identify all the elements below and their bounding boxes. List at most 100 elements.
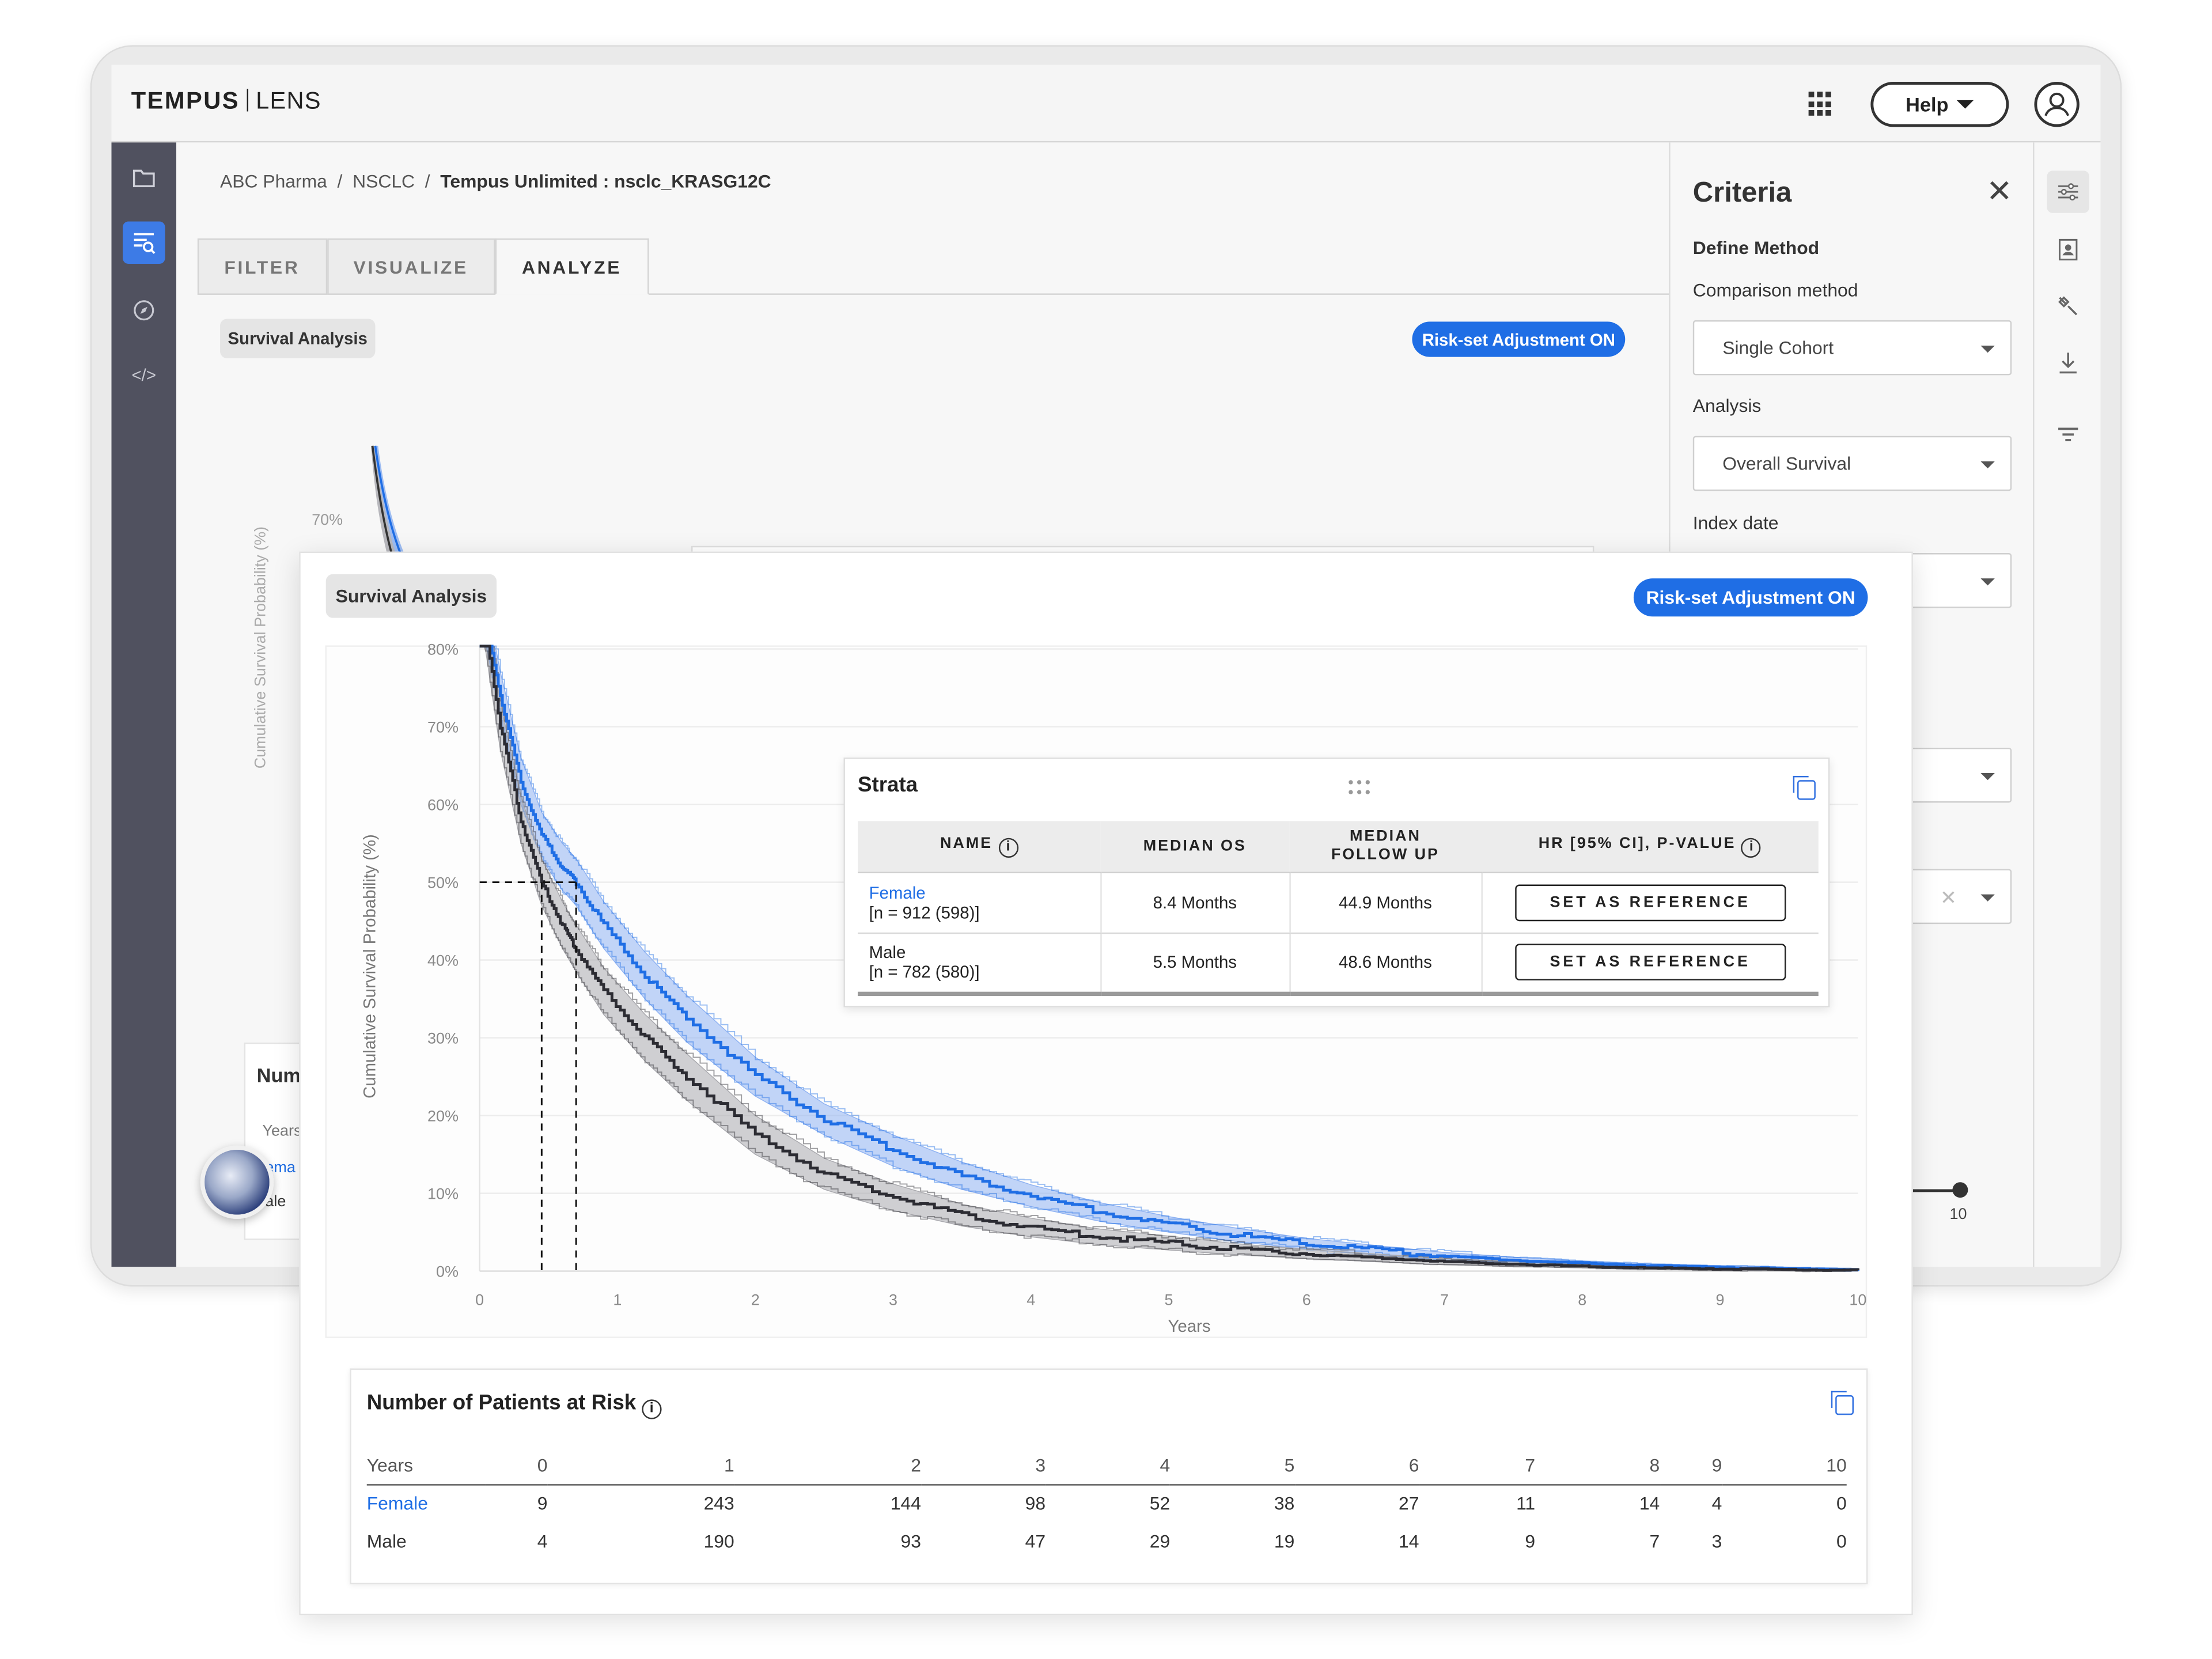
tab-visualize[interactable]: VISUALIZE bbox=[327, 238, 495, 295]
wrench-icon[interactable] bbox=[2047, 285, 2089, 327]
stratum-name: Female [n = 912 (598)] bbox=[857, 872, 1101, 934]
strata-header-row: NAME i MEDIAN OS MEDIAN FOLLOW UP HR [95% … bbox=[857, 821, 1819, 873]
col-median-follow-up: MEDIAN FOLLOW UP bbox=[1289, 821, 1482, 873]
x-tick-label: 9 bbox=[1716, 1291, 1725, 1308]
x-tick-label: 7 bbox=[1440, 1291, 1449, 1308]
hr-cell: SET AS REFERENCE bbox=[1480, 932, 1819, 995]
median-fu-cell: 44.9 Months bbox=[1289, 872, 1482, 934]
drag-handle-icon[interactable] bbox=[1349, 780, 1374, 794]
dropdown-arrow-icon bbox=[1980, 578, 1995, 586]
filter-icon[interactable] bbox=[2047, 414, 2089, 456]
info-icon[interactable]: i bbox=[642, 1399, 662, 1419]
risk-row-male: Male 4 190 93 47 29 19 14 9 7 3 0 bbox=[367, 1522, 1847, 1560]
risk-cell: 38 bbox=[1274, 1493, 1295, 1514]
breadcrumb-org[interactable]: ABC Pharma bbox=[220, 171, 327, 192]
risk-row-label[interactable]: Female bbox=[367, 1484, 486, 1522]
col-median-fu-line2: FOLLOW UP bbox=[1331, 846, 1440, 863]
risk-cell: 3 bbox=[1711, 1531, 1722, 1552]
close-icon[interactable]: ✕ bbox=[1986, 173, 2012, 210]
risk-col-year: 6 bbox=[1294, 1447, 1419, 1485]
criteria-title: Criteria bbox=[1692, 177, 1792, 209]
risk-col-year: 3 bbox=[921, 1447, 1046, 1485]
stratum-name: Male [n = 782 (580)] bbox=[857, 932, 1101, 995]
y-tick-label: 10% bbox=[427, 1185, 459, 1202]
apps-grid-icon[interactable] bbox=[1808, 92, 1834, 117]
risk-cell: 47 bbox=[1025, 1531, 1046, 1552]
comparison-method-select[interactable]: Single Cohort bbox=[1692, 320, 2012, 376]
median-os-cell: 8.4 Months bbox=[1099, 872, 1290, 934]
copy-icon[interactable] bbox=[1793, 775, 1816, 800]
cohort-analysis-icon[interactable] bbox=[123, 221, 165, 264]
analysis-label: Analysis bbox=[1692, 395, 1762, 416]
bg-tick-70: 70% bbox=[312, 511, 343, 528]
breadcrumb-project: Tempus Unlimited : nsclc_KRASG12C bbox=[440, 171, 771, 192]
breadcrumb: ABC Pharma / NSCLC / Tempus Unlimited : … bbox=[220, 171, 771, 192]
comparison-method-label: Comparison method bbox=[1692, 279, 1858, 301]
risk-cell: 243 bbox=[703, 1493, 734, 1514]
risk-cell: 19 bbox=[1274, 1531, 1295, 1552]
risk-cell: 52 bbox=[1149, 1493, 1171, 1514]
top-bar: TEMPUS LENS Help bbox=[111, 65, 2101, 143]
tab-analyze[interactable]: ANALYZE bbox=[495, 238, 649, 295]
help-button[interactable]: Help bbox=[1870, 82, 2009, 127]
dropdown-arrow-icon bbox=[1980, 346, 1995, 353]
risk-col-year: 9 bbox=[1660, 1447, 1722, 1485]
code-icon[interactable]: </> bbox=[123, 354, 165, 396]
bg-risk-years: Years bbox=[262, 1123, 302, 1140]
dropdown-arrow-icon bbox=[1980, 461, 1995, 469]
set-as-reference-button[interactable]: SET AS REFERENCE bbox=[1514, 884, 1786, 921]
patients-at-risk-card: Number of Patients at Risk i Years 0 1 2 3 4 5 6… bbox=[350, 1368, 1868, 1585]
stratum-link-female[interactable]: Female bbox=[869, 882, 926, 902]
x-axis-label: Years bbox=[1168, 1317, 1210, 1336]
help-label: Help bbox=[1906, 93, 1949, 116]
risk-cell: 4 bbox=[1711, 1493, 1722, 1514]
col-median-os: MEDIAN OS bbox=[1100, 821, 1290, 873]
compass-icon[interactable] bbox=[123, 289, 165, 331]
breadcrumb-cohort[interactable]: NSCLC bbox=[353, 171, 415, 192]
median-fu-cell: 48.6 Months bbox=[1289, 932, 1482, 995]
y-axis-label: Cumulative Survival Probability (%) bbox=[360, 834, 379, 1099]
slider-handle[interactable] bbox=[1952, 1182, 1968, 1198]
risk-col-year: 0 bbox=[485, 1447, 548, 1485]
patient-card-icon[interactable] bbox=[2047, 229, 2089, 271]
stratum-label-male: Male bbox=[869, 942, 906, 963]
y-tick-label: 40% bbox=[427, 952, 459, 969]
risk-row-female: Female 9 243 144 98 52 38 27 11 14 4 0 bbox=[367, 1484, 1847, 1522]
slider-max-label: 10 bbox=[1949, 1206, 1967, 1224]
user-avatar-icon[interactable] bbox=[2034, 82, 2080, 127]
risk-cell: 144 bbox=[890, 1493, 921, 1514]
risk-col-year: 8 bbox=[1535, 1447, 1660, 1485]
risk-col-year: 7 bbox=[1419, 1447, 1536, 1485]
info-icon[interactable]: i bbox=[1741, 838, 1762, 858]
risk-cell: 98 bbox=[1025, 1493, 1046, 1514]
info-icon[interactable]: i bbox=[998, 838, 1018, 858]
risk-col-year: 10 bbox=[1722, 1447, 1847, 1485]
risk-cell: 0 bbox=[1836, 1531, 1847, 1552]
bg-risk-set-toggle[interactable]: Risk-set Adjustment ON bbox=[1412, 321, 1626, 357]
x-tick-label: 3 bbox=[889, 1291, 897, 1308]
clear-icon[interactable]: ✕ bbox=[1940, 886, 1957, 910]
download-icon[interactable] bbox=[2047, 342, 2089, 384]
risk-cell: 14 bbox=[1399, 1531, 1419, 1552]
folder-icon[interactable] bbox=[123, 157, 165, 199]
stratum-count: [n = 782 (580)] bbox=[869, 962, 980, 982]
y-tick-label: 0% bbox=[436, 1263, 459, 1280]
strata-row-female: Female [n = 912 (598)] 8.4 Months 44.9 Mo… bbox=[857, 872, 1819, 934]
copy-icon[interactable] bbox=[1831, 1391, 1854, 1415]
analysis-select[interactable]: Overall Survival bbox=[1692, 435, 2012, 491]
risk-set-adjustment-toggle[interactable]: Risk-set Adjustment ON bbox=[1633, 578, 1868, 617]
dropdown-arrow-icon bbox=[1980, 894, 1995, 902]
app-logo[interactable]: TEMPUS LENS bbox=[131, 88, 321, 116]
col-hr: HR [95% CI], P-VALUE i bbox=[1481, 821, 1819, 873]
col-hr-label: HR [95% CI], P-VALUE bbox=[1538, 835, 1736, 852]
x-tick-label: 10 bbox=[1849, 1291, 1866, 1308]
strata-table: NAME i MEDIAN OS MEDIAN FOLLOW UP HR [95% … bbox=[857, 821, 1819, 995]
assistant-orb-button[interactable] bbox=[200, 1145, 274, 1219]
sliders-icon[interactable] bbox=[2047, 171, 2089, 213]
brand-primary: TEMPUS bbox=[131, 87, 240, 115]
risk-col-year: 5 bbox=[1170, 1447, 1295, 1485]
tab-filter[interactable]: FILTER bbox=[197, 238, 327, 295]
risk-cell: 11 bbox=[1516, 1493, 1536, 1514]
set-as-reference-button[interactable]: SET AS REFERENCE bbox=[1514, 944, 1786, 981]
bg-risk-title: Num bbox=[256, 1063, 301, 1086]
